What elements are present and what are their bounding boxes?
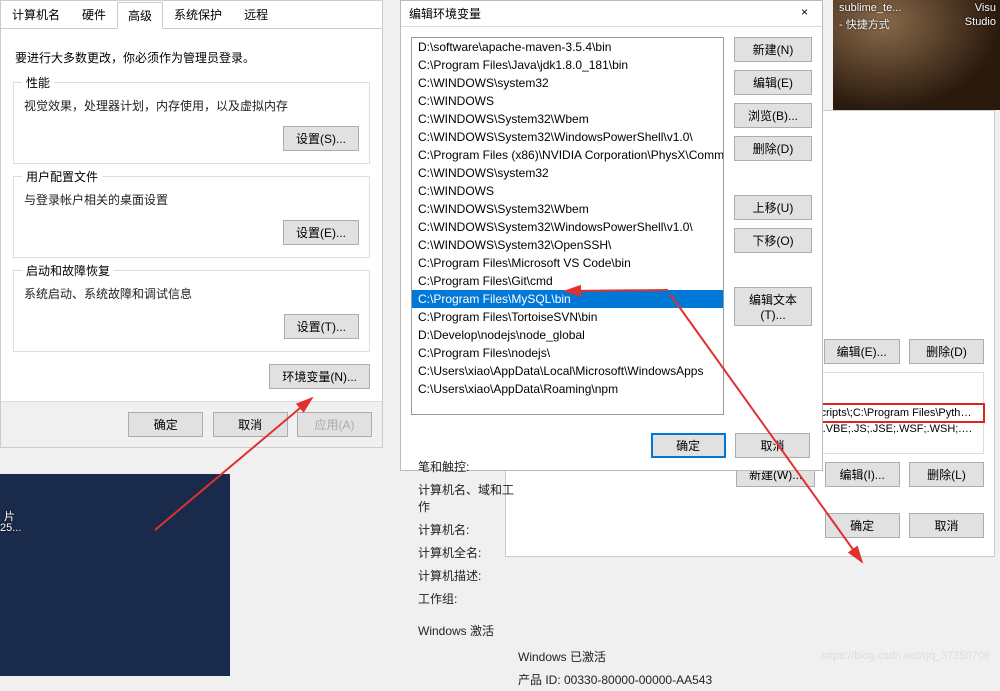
sysinfo-row: 笔和触控: <box>418 455 978 478</box>
sysprops-ok-button[interactable]: 确定 <box>128 412 203 437</box>
section-settings-button[interactable]: 设置(S)... <box>283 126 359 151</box>
path-new-button[interactable]: 新建(N) <box>734 37 812 62</box>
envedit-title: 编辑环境变量 <box>409 5 481 22</box>
desktop-icon-sublime-sub: - 快捷方式 <box>839 16 890 32</box>
path-entry[interactable]: C:\WINDOWS\system32 <box>412 164 723 182</box>
user-var-delete-button[interactable]: 删除(D) <box>909 339 984 364</box>
section-1: 用户配置文件 与登录帐户相关的桌面设置 设置(E)... <box>13 176 370 258</box>
path-entry[interactable]: D:\software\apache-maven-3.5.4\bin <box>412 38 723 56</box>
path-entry[interactable]: C:\Program Files\Git\cmd <box>412 272 723 290</box>
environment-variables-button[interactable]: 环境变量(N)... <box>269 364 370 389</box>
path-edittext-button[interactable]: 编辑文本(T)... <box>734 287 812 326</box>
path-entry[interactable]: C:\WINDOWS <box>412 182 723 200</box>
sysinfo-row: 计算机描述: <box>418 564 978 587</box>
sysprops-apply-button: 应用(A) <box>297 412 372 437</box>
section-0: 性能 视觉效果，处理器计划，内存使用，以及虚拟内存 设置(S)... <box>13 82 370 164</box>
desktop-icon-vs-sub: Studio <box>965 16 996 28</box>
section-legend: 用户配置文件 <box>22 168 102 185</box>
path-entry[interactable]: C:\WINDOWS\System32\WindowsPowerShell\v1… <box>412 128 723 146</box>
path-entry[interactable]: C:\Users\xiao\AppData\Roaming\npm <box>412 380 723 398</box>
path-entry[interactable]: C:\WINDOWS\system32 <box>412 74 723 92</box>
desktop-background-left: 片 25... <box>0 474 230 676</box>
path-delete-button[interactable]: 删除(D) <box>734 136 812 161</box>
path-entry[interactable]: C:\Program Files\Microsoft VS Code\bin <box>412 254 723 272</box>
path-entries-list[interactable]: D:\software\apache-maven-3.5.4\binC:\Pro… <box>411 37 724 415</box>
section-legend: 启动和故障恢复 <box>22 262 114 279</box>
env-user-values-peek: C:\Awesomium SDK\1.6.6\ crosoft\WindowsA… <box>836 176 996 276</box>
close-icon[interactable]: × <box>795 5 814 22</box>
desktop-icon-vs[interactable]: Visu <box>975 2 996 14</box>
path-entry[interactable]: C:\WINDOWS\System32\Wbem <box>412 110 723 128</box>
product-id: 产品 ID: 00330-80000-00000-AA543 <box>518 671 978 688</box>
sysprops-cancel-button[interactable]: 取消 <box>213 412 288 437</box>
section-desc: 视觉效果，处理器计划，内存使用，以及虚拟内存 <box>24 97 359 114</box>
path-entry[interactable]: C:\WINDOWS\System32\WindowsPowerShell\v1… <box>412 218 723 236</box>
path-entry[interactable]: C:\Program Files\nodejs\ <box>412 344 723 362</box>
path-entry[interactable]: D:\Develop\nodejs\node_global <box>412 326 723 344</box>
path-entry[interactable]: C:\WINDOWS\System32\Wbem <box>412 200 723 218</box>
section-desc: 与登录帐户相关的桌面设置 <box>24 191 359 208</box>
sysprops-tabs: 计算机名硬件高级系统保护远程 <box>1 1 382 29</box>
path-movedown-button[interactable]: 下移(O) <box>734 228 812 253</box>
section-desc: 系统启动、系统故障和调试信息 <box>24 285 359 302</box>
sysinfo-row: 计算机名: <box>418 518 978 541</box>
path-browse-button[interactable]: 浏览(B)... <box>734 103 812 128</box>
desktop-icon-sublime[interactable]: sublime_te... <box>839 2 901 14</box>
path-entry[interactable]: C:\WINDOWS\System32\OpenSSH\ <box>412 236 723 254</box>
path-entry[interactable]: C:\Program Files\Java\jdk1.8.0_181\bin <box>412 56 723 74</box>
system-properties-dialog: 计算机名硬件高级系统保护远程 要进行大多数更改，你必须作为管理员登录。 性能 视… <box>0 0 383 448</box>
sysinfo-row: 工作组: <box>418 587 978 610</box>
section-settings-button[interactable]: 设置(E)... <box>283 220 359 245</box>
path-edit-button[interactable]: 编辑(E) <box>734 70 812 95</box>
watermark: https://blog.csdn.net/qq_37350706 <box>821 650 990 662</box>
tab-2[interactable]: 高级 <box>117 2 163 29</box>
section-2: 启动和故障恢复 系统启动、系统故障和调试信息 设置(T)... <box>13 270 370 352</box>
sysinfo-row: 计算机全名: <box>418 541 978 564</box>
path-entry[interactable]: C:\Program Files (x86)\NVIDIA Corporatio… <box>412 146 723 164</box>
section-legend: 性能 <box>22 74 54 91</box>
edit-environment-variable-dialog: 编辑环境变量 × D:\software\apache-maven-3.5.4\… <box>400 0 823 471</box>
user-var-edit-button[interactable]: 编辑(E)... <box>824 339 900 364</box>
activate-heading: Windows 激活 <box>418 622 978 639</box>
path-entry[interactable]: C:\Program Files\MySQL\bin <box>412 290 723 308</box>
tab-0[interactable]: 计算机名 <box>1 1 71 28</box>
tab-1[interactable]: 硬件 <box>71 1 117 28</box>
path-entry[interactable]: C:\Users\xiao\AppData\Local\Microsoft\Wi… <box>412 362 723 380</box>
tab-4[interactable]: 远程 <box>233 1 279 28</box>
sysinfo-row: 计算机名、域和工作 <box>418 478 978 518</box>
path-entry[interactable]: C:\WINDOWS <box>412 92 723 110</box>
desktop-icon-label[interactable]: 25... <box>0 522 21 534</box>
path-entry[interactable]: C:\Program Files\TortoiseSVN\bin <box>412 308 723 326</box>
tab-3[interactable]: 系统保护 <box>163 1 233 28</box>
section-settings-button[interactable]: 设置(T)... <box>284 314 359 339</box>
desktop-background-right: sublime_te... - 快捷方式 Visu Studio <box>833 0 1000 110</box>
path-moveup-button[interactable]: 上移(U) <box>734 195 812 220</box>
admin-note: 要进行大多数更改，你必须作为管理员登录。 <box>15 49 370 66</box>
